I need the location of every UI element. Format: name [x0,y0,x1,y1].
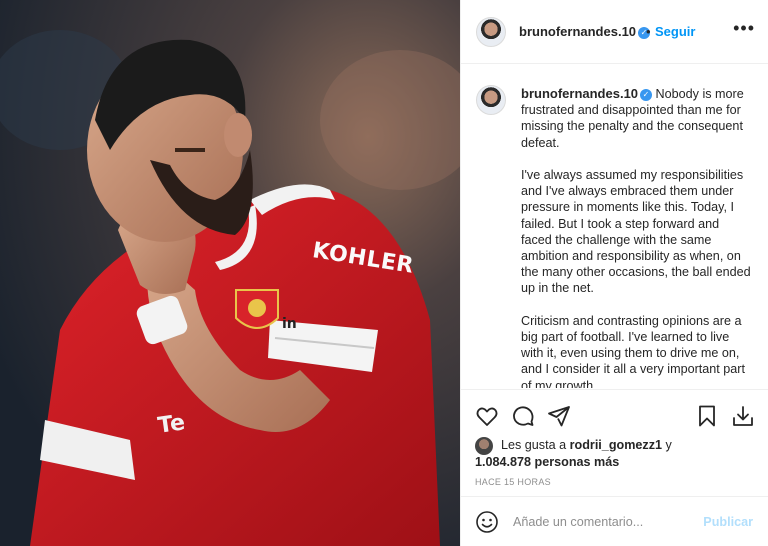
jersey-back-text: Te [156,410,187,439]
likes-text: Les gusta a rodrii_gomezz1 y [501,437,672,454]
post-side-panel: brunofernandes.10 ✓ • Seguir ••• brunofer… [460,0,768,546]
download-icon[interactable] [731,404,755,428]
likes-suffix: y [662,438,672,452]
caption-paragraph-2: I've always assumed my responsibilities … [521,168,751,296]
post-photo: KOHLER Te in [0,0,460,546]
caption-paragraph: brunofernandes.10 ✓ Nobody is more frustr… [521,86,753,151]
caption-username-text[interactable]: brunofernandes.10 [521,86,638,101]
more-options-icon[interactable]: ••• [733,18,755,39]
author-username[interactable]: brunofernandes.10 ✓ [519,24,651,39]
separator-dot: • [646,24,651,39]
follow-button[interactable]: Seguir [655,24,695,39]
comment-bar: Publicar [461,496,768,546]
publish-button[interactable]: Publicar [703,515,753,529]
comment-input[interactable] [513,511,693,533]
author-avatar[interactable] [476,17,506,47]
caption-text: brunofernandes.10 ✓ Nobody is more frustr… [521,86,753,388]
author-username-text[interactable]: brunofernandes.10 [519,24,636,39]
verified-icon: ✓ [640,89,653,101]
post-header: brunofernandes.10 ✓ • Seguir ••• [461,0,768,64]
comment-icon[interactable] [511,404,535,428]
caption-avatar[interactable] [476,85,506,115]
heart-icon[interactable] [475,404,499,428]
armband-text: in [282,316,297,332]
share-icon[interactable] [547,404,571,428]
caption-area[interactable]: brunofernandes.10 ✓ Nobody is more frustr… [461,70,768,388]
emoji-icon[interactable] [475,510,499,534]
liker-username[interactable]: rodrii_gomezz1 [570,438,662,452]
likes-prefix: Les gusta a [501,438,570,452]
liker-avatar[interactable] [475,437,493,455]
caption-paragraph-3: Criticism and contrasting opinions are a… [521,313,745,388]
bookmark-icon[interactable] [695,404,719,428]
caption-username[interactable]: brunofernandes.10 ✓ [521,86,653,101]
post-timestamp[interactable]: HACE 15 HORAS [475,477,551,487]
likes-count[interactable]: 1.084.878 personas más [475,454,619,471]
